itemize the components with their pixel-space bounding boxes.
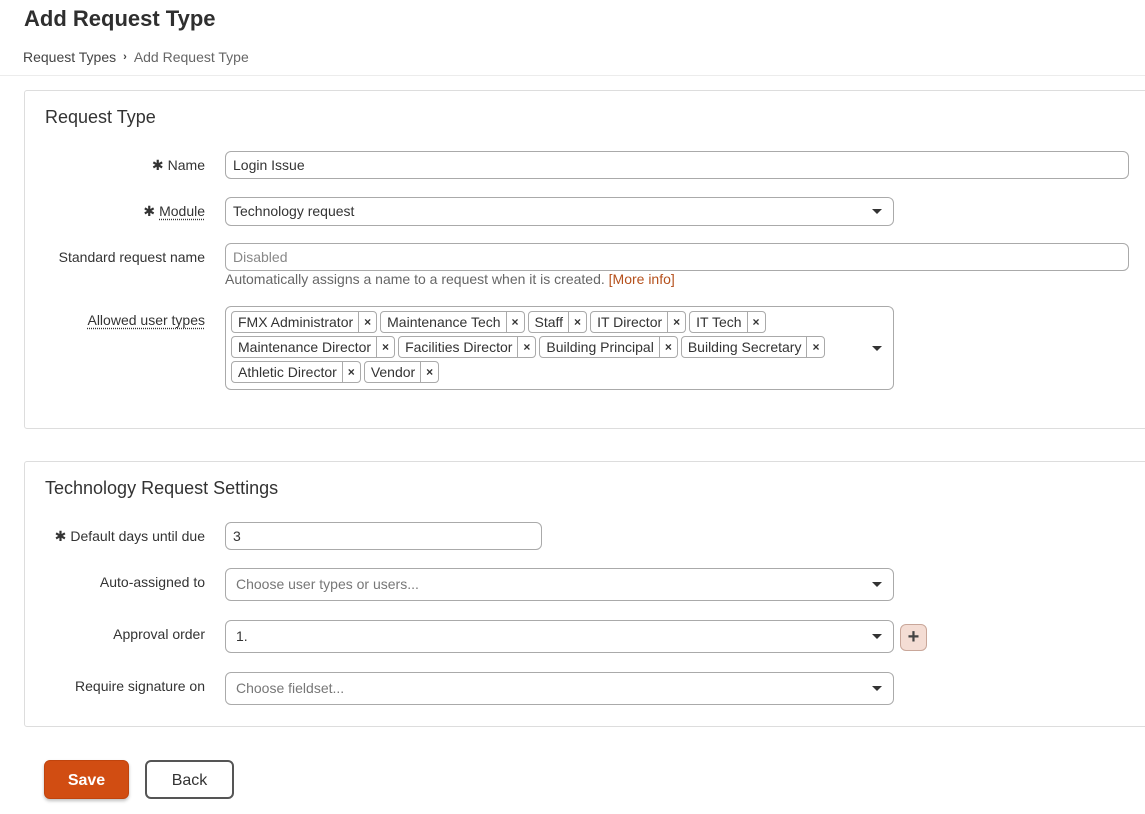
user-type-tag: Staff ×	[527, 311, 588, 333]
module-select[interactable]: Technology request	[225, 197, 894, 226]
allowed-user-types-label: Allowed user types	[87, 312, 205, 328]
user-type-tag: Maintenance Director ×	[231, 336, 396, 358]
user-type-tag-label: Maintenance Tech	[387, 314, 501, 330]
more-info-link[interactable]: [More info]	[609, 271, 675, 287]
breadcrumb-current: Add Request Type	[133, 49, 249, 65]
user-type-tag-label: Maintenance Director	[238, 339, 372, 355]
name-input[interactable]: Login Issue	[225, 151, 1129, 179]
user-type-tag-label: Building Secretary	[687, 339, 802, 355]
user-type-tag-label: Facilities Director	[405, 339, 513, 355]
user-type-tag: IT Director ×	[590, 311, 687, 333]
default-days-input[interactable]: 3	[225, 522, 542, 550]
approval-order-label: Approval order	[113, 626, 205, 642]
technology-settings-section-title: Technology Request Settings	[45, 478, 279, 498]
technology-request-settings-panel: Technology Request Settings ✱ Default day…	[24, 461, 1145, 727]
default-days-label: ✱ Default days until due	[54, 528, 205, 544]
request-type-section-title: Request Type	[45, 107, 156, 127]
user-type-tag: IT Tech ×	[689, 311, 766, 333]
request-type-panel: Request Type ✱ Name Login Issue ✱ Module T…	[24, 90, 1145, 429]
standard-request-name-label: Standard request name	[58, 249, 205, 265]
breadcrumb: Request Types › Add Request Type	[23, 49, 249, 65]
user-type-tag-label: Staff	[534, 314, 564, 330]
chevron-down-icon	[872, 686, 882, 691]
remove-tag-icon[interactable]: ×	[376, 337, 394, 357]
auto-assigned-placeholder: Choose user types or users...	[236, 576, 419, 592]
user-type-tag: Facilities Director ×	[398, 336, 537, 358]
user-type-tag: Building Principal ×	[539, 336, 678, 358]
chevron-down-icon	[872, 634, 882, 639]
user-type-tag-label: Building Principal	[546, 339, 654, 355]
user-type-tag: Athletic Director ×	[231, 361, 361, 383]
module-label: ✱ Module	[143, 203, 205, 219]
user-type-tag: Building Secretary ×	[680, 336, 826, 358]
remove-tag-icon[interactable]: ×	[341, 362, 360, 382]
auto-assigned-label: Auto-assigned to	[99, 574, 205, 590]
user-type-tag-label: IT Director	[597, 314, 663, 330]
breadcrumb-request-types-link[interactable]: Request Types	[23, 49, 116, 65]
page-title: Add Request Type	[24, 6, 216, 31]
approval-order-select[interactable]: 1.	[225, 620, 894, 653]
remove-tag-icon[interactable]: ×	[505, 312, 524, 332]
remove-tag-icon[interactable]: ×	[806, 337, 824, 357]
standard-request-name-input[interactable]: Disabled	[225, 243, 1129, 271]
user-type-tag-label: IT Tech	[696, 314, 742, 330]
required-star-icon: ✱	[54, 528, 67, 544]
user-type-tag-label: Athletic Director	[238, 364, 337, 380]
chevron-down-icon	[872, 209, 882, 214]
plus-icon: +	[907, 626, 920, 648]
user-type-tag: Maintenance Tech ×	[380, 311, 525, 333]
allowed-user-types-select[interactable]: FMX Administrator × Maintenance Tech × Staff…	[225, 306, 894, 390]
user-type-tag: Vendor ×	[363, 361, 440, 383]
remove-tag-icon[interactable]: ×	[658, 337, 677, 357]
allowed-user-types-tags: FMX Administrator × Maintenance Tech × Staff…	[231, 311, 866, 383]
remove-tag-icon[interactable]: ×	[358, 312, 376, 332]
required-star-icon: ✱	[151, 157, 164, 173]
user-type-tag: FMX Administrator ×	[231, 311, 378, 333]
header-divider	[0, 75, 1145, 76]
chevron-right-icon: ›	[123, 51, 127, 63]
chevron-down-icon	[872, 346, 882, 351]
auto-assigned-select[interactable]: Choose user types or users...	[225, 568, 894, 601]
back-button[interactable]: Back	[145, 760, 234, 799]
remove-tag-icon[interactable]: ×	[667, 312, 685, 332]
standard-request-name-help: Automatically assigns a name to a reques…	[225, 271, 675, 287]
user-type-tag-label: FMX Administrator	[238, 314, 354, 330]
require-signature-label: Require signature on	[75, 678, 205, 694]
approval-order-value: 1.	[236, 628, 248, 644]
name-label: ✱ Name	[151, 157, 205, 173]
require-signature-placeholder: Choose fieldset...	[236, 680, 345, 696]
user-type-tag-label: Vendor	[370, 364, 416, 380]
chevron-down-icon	[872, 582, 882, 587]
module-select-value: Technology request	[233, 203, 355, 219]
remove-tag-icon[interactable]: ×	[420, 362, 438, 382]
remove-tag-icon[interactable]: ×	[517, 337, 535, 357]
required-star-icon: ✱	[143, 203, 156, 219]
add-approval-step-button[interactable]: +	[900, 624, 927, 651]
save-button[interactable]: Save	[44, 760, 129, 799]
remove-tag-icon[interactable]: ×	[746, 312, 765, 332]
remove-tag-icon[interactable]: ×	[568, 312, 586, 332]
require-signature-select[interactable]: Choose fieldset...	[225, 672, 894, 705]
